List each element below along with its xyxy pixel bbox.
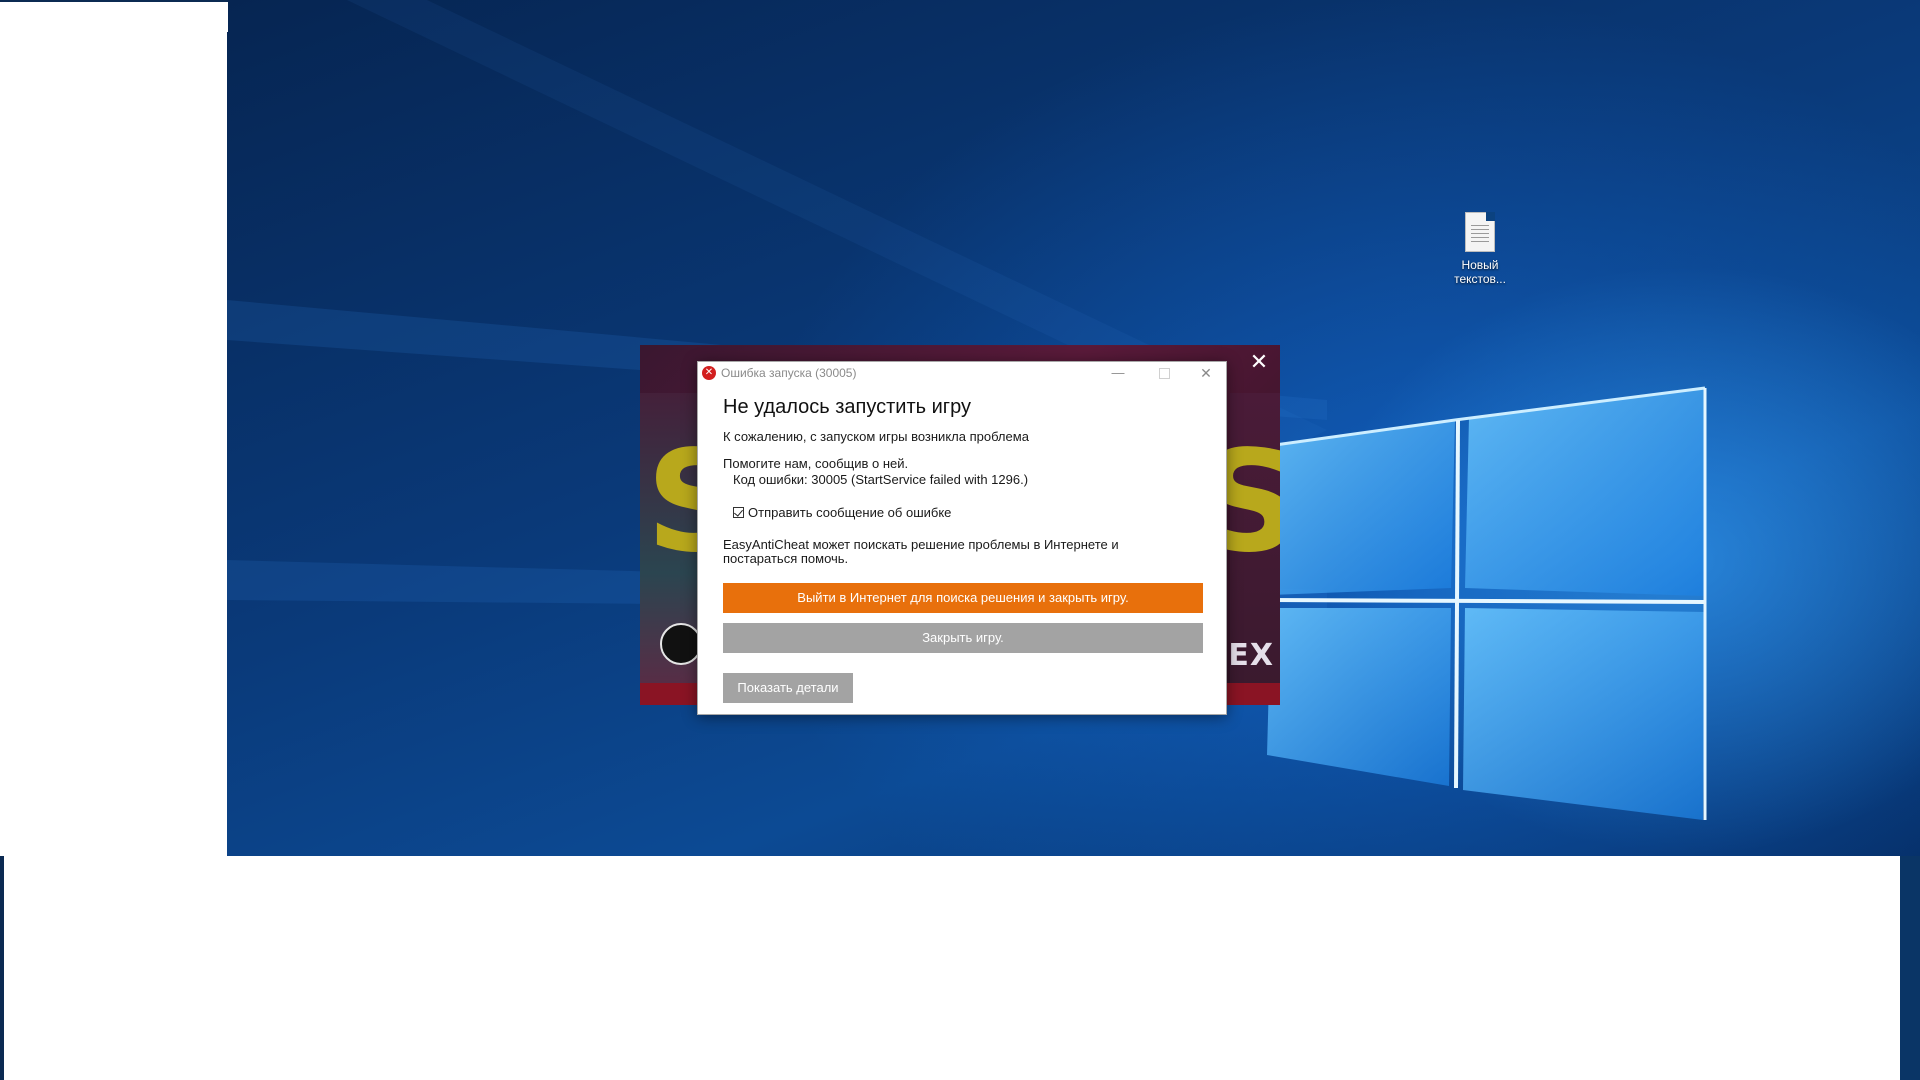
close-button[interactable]: ✕ (1186, 362, 1226, 384)
blank-area-left (0, 0, 227, 856)
help-message: Помогите нам, сообщив о ней. (723, 456, 909, 471)
send-report-label: Отправить сообщение об ошибке (748, 505, 952, 520)
send-report-checkbox-row[interactable]: Отправить сообщение об ошибке (733, 505, 951, 520)
blank-area-bottom-right-edge (1900, 856, 1920, 1080)
logo-pane-br (1463, 608, 1705, 820)
blank-area-top-left (0, 0, 228, 32)
screen: Новый текстов... S S PEX ✕ ✕ Ошибка запу… (0, 0, 1920, 1080)
eac-message: EasyAntiCheat может поискать решение про… (723, 538, 1193, 566)
close-game-button[interactable]: Закрыть игру. (723, 623, 1203, 653)
blank-area-bottom-left-edge (0, 856, 4, 1080)
dialog-title: Ошибка запуска (30005) (721, 366, 857, 380)
eac-message-line1: EasyAntiCheat может поискать решение про… (723, 537, 1119, 552)
search-online-and-close-button[interactable]: Выйти в Интернет для поиска решения и за… (723, 583, 1203, 613)
launcher-close-button[interactable]: ✕ (1248, 351, 1270, 373)
maximize-button[interactable] (1144, 362, 1184, 384)
desktop-icon-label-line1: Новый (1461, 258, 1499, 272)
error-code: Код ошибки: 30005 (StartService failed w… (733, 472, 1029, 487)
problem-message: К сожалению, с запуском игры возникла пр… (723, 429, 1029, 444)
launcher-artwork-right: S PEX (1199, 393, 1280, 693)
desktop-icon-new-text-file[interactable]: Новый текстов... (1447, 208, 1513, 286)
panda-avatar-icon (660, 623, 702, 665)
logo-pane-bl (1267, 608, 1451, 786)
error-icon: ✕ (702, 366, 716, 380)
dialog-titlebar: ✕ Ошибка запуска (30005) — ✕ (698, 362, 1226, 384)
blank-area-top-line (0, 0, 228, 2)
text-document-icon (1465, 212, 1495, 252)
logo-pane-tl (1271, 420, 1455, 595)
show-details-button[interactable]: Показать детали (723, 673, 853, 703)
launch-error-dialog: ✕ Ошибка запуска (30005) — ✕ Не удалось … (697, 361, 1227, 715)
logo-pane-tr (1465, 388, 1705, 596)
minimize-button[interactable]: — (1098, 362, 1138, 384)
desktop-icon-label-line2: текстов... (1454, 272, 1506, 286)
eac-message-line2: постараться помочь. (723, 551, 849, 566)
maximize-icon (1158, 368, 1170, 380)
blank-area-bottom (0, 856, 1920, 1080)
send-report-checkbox[interactable] (733, 507, 744, 518)
dialog-heading: Не удалось запустить игру (723, 396, 971, 418)
